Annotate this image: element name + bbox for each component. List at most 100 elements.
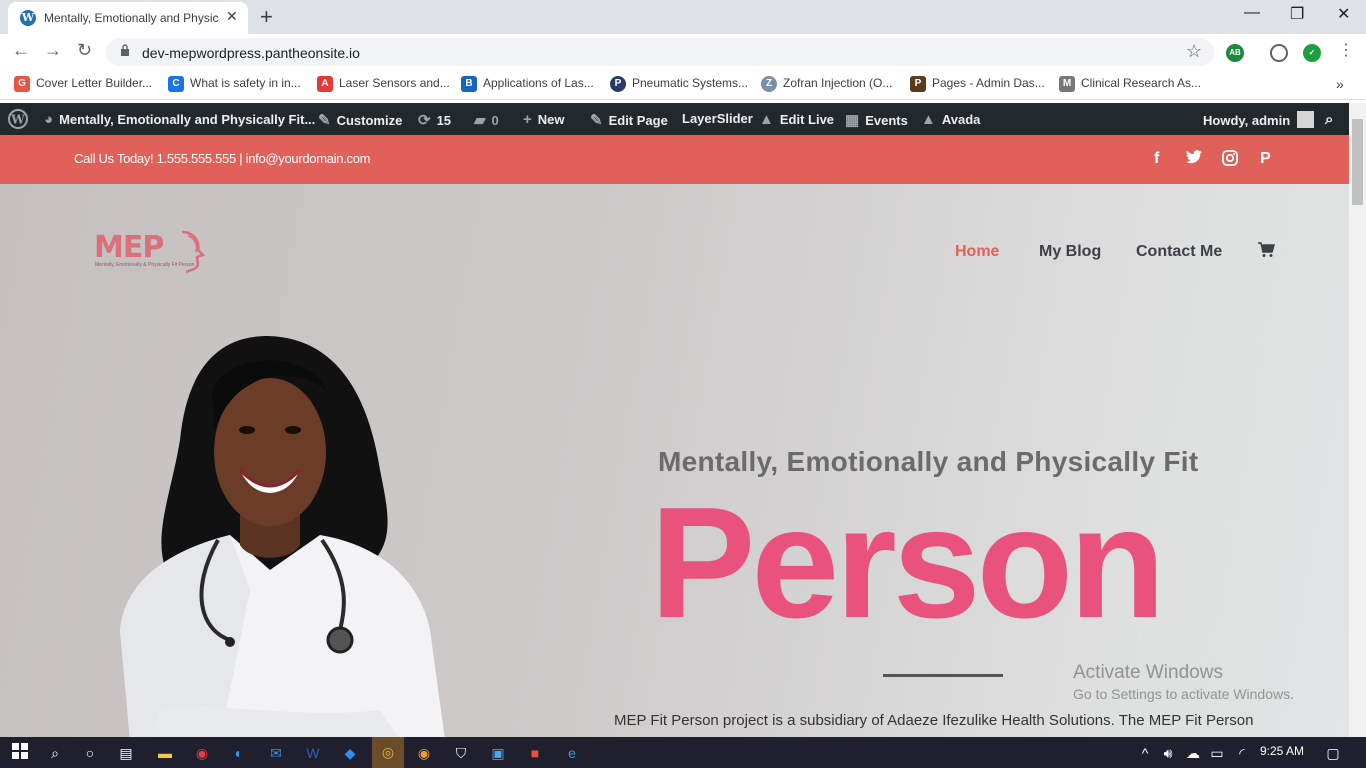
nav-my-blog[interactable]: My Blog — [1039, 243, 1101, 261]
bookmark-item[interactable]: P Pages - Admin Das... — [910, 76, 1045, 92]
page-scrollbar[interactable] — [1349, 103, 1366, 737]
admin-new[interactable]: + New — [523, 111, 565, 128]
bookmark-item[interactable]: B Applications of Las... — [461, 76, 594, 92]
scrollbar-thumb[interactable] — [1352, 119, 1363, 205]
forward-button[interactable]: → — [44, 40, 62, 61]
avada-icon: ▲ — [759, 111, 774, 128]
restore-button[interactable]: ❐ — [1290, 4, 1304, 24]
bookmark-item[interactable]: A Laser Sensors and... — [317, 76, 450, 92]
word-icon[interactable]: W — [303, 743, 323, 763]
admin-account[interactable]: Howdy, admin — [1203, 111, 1315, 128]
media-icon[interactable]: ◉ — [192, 743, 212, 763]
site-icon: M — [1059, 76, 1075, 92]
bookmark-item[interactable]: P Pneumatic Systems... — [610, 76, 748, 92]
instagram-icon[interactable] — [1222, 150, 1238, 171]
browser-tab[interactable]: W Mentally, Emotionally and Physic ✕ — [8, 2, 248, 34]
control-panel-icon[interactable]: ▣ — [488, 743, 508, 763]
tab-close-icon[interactable]: ✕ — [226, 8, 238, 25]
admin-edit-page[interactable]: ✎ Edit Page — [590, 111, 668, 129]
hero-subtitle: Mentally, Emotionally and Physically Fit — [658, 446, 1199, 477]
site-icon: Z — [761, 76, 777, 92]
comment-icon: ▰ — [474, 112, 486, 129]
avada-icon: ▲ — [921, 111, 936, 128]
chevron-up-icon[interactable]: ^ — [1135, 743, 1155, 763]
file-explorer-icon[interactable]: ▬ — [155, 743, 175, 763]
windows-taskbar: ⌕ ○ ▤ ▬ ◉ ◐ ✉ W ◆ ◎ ◉ ⛉ ▣ ■ e ^ 🔊︎ ☁ ▭ ◜… — [0, 737, 1366, 768]
site-icon: A — [317, 76, 333, 92]
bookmark-item[interactable]: G Cover Letter Builder... — [14, 76, 152, 92]
back-button[interactable]: ← — [12, 40, 30, 61]
admin-site-title[interactable]: ◕ Mentally, Emotionally and Physically Fi… — [44, 111, 315, 128]
hero-section: MEP Mentally, Emotionally & Physically F… — [0, 184, 1349, 737]
admin-comments[interactable]: ▰ 0 — [474, 111, 499, 129]
wp-admin-bar: W ◕ Mentally, Emotionally and Physically … — [0, 103, 1349, 135]
updates-icon: ⟳ — [418, 112, 431, 129]
new-tab-button[interactable]: + — [260, 4, 273, 30]
vscode-icon[interactable]: ◆ — [340, 743, 360, 763]
hero-divider — [883, 674, 1003, 677]
doctor-portrait — [120, 336, 445, 737]
bookmark-item[interactable]: Z Zofran Injection (O... — [761, 76, 892, 92]
profile-icon[interactable] — [1270, 44, 1288, 62]
admin-avada[interactable]: ▲ Avada — [921, 111, 980, 128]
bookmark-star-icon[interactable]: ☆ — [1186, 41, 1202, 62]
shield-check-icon[interactable]: ✓ — [1303, 44, 1321, 62]
bookmark-item[interactable]: M Clinical Research As... — [1059, 76, 1201, 92]
wordpress-icon: W — [20, 10, 36, 26]
admin-updates[interactable]: ⟳ 15 — [418, 111, 451, 129]
windows-start-icon[interactable] — [10, 743, 30, 763]
bookmark-item[interactable]: C What is safety in in... — [168, 76, 301, 92]
chrome-icon[interactable]: ◎ — [372, 737, 404, 768]
paint-icon[interactable]: ■ — [525, 743, 545, 763]
nav-contact-me[interactable]: Contact Me — [1136, 243, 1222, 261]
admin-edit-live[interactable]: ▲ Edit Live — [759, 111, 834, 128]
volume-icon[interactable]: 🔊︎ — [1158, 743, 1178, 763]
brave-icon[interactable]: ◉ — [414, 743, 434, 763]
notifications-icon[interactable]: ▢ — [1323, 743, 1343, 763]
profiles-icon — [181, 230, 206, 274]
menu-icon[interactable]: ⋮ — [1338, 40, 1354, 60]
cart-icon[interactable] — [1258, 242, 1275, 263]
security-icon[interactable]: ⛉ — [451, 743, 471, 763]
site-icon: P — [910, 76, 926, 92]
admin-events[interactable]: ▦ Events — [845, 111, 908, 129]
adblock-icon[interactable]: AB — [1226, 44, 1244, 62]
task-view-icon[interactable]: ▤ — [116, 743, 136, 763]
facebook-icon[interactable]: f — [1154, 150, 1159, 168]
twitter-icon[interactable] — [1186, 150, 1202, 169]
activate-windows-watermark: Activate Windows Go to Settings to activ… — [1073, 662, 1294, 702]
hero-title: Person — [650, 475, 1166, 651]
window-close-button[interactable]: ✕ — [1337, 4, 1350, 24]
system-clock[interactable]: 9:25 AM — [1260, 744, 1304, 758]
brush-icon: ✎ — [318, 112, 331, 129]
battery-icon[interactable]: ▭ — [1207, 743, 1227, 763]
watermark-subtext: Go to Settings to activate Windows. — [1073, 686, 1294, 702]
browser-toolbar: ← → ↻ dev-mepwordpress.pantheonsite.io ☆… — [0, 34, 1366, 70]
wifi-icon[interactable]: ◜ — [1232, 743, 1252, 763]
url-text: dev-mepwordpress.pantheonsite.io — [142, 45, 360, 61]
address-bar[interactable]: dev-mepwordpress.pantheonsite.io ☆ — [106, 38, 1214, 66]
more-bookmarks-icon[interactable]: » — [1336, 76, 1344, 92]
site-logo[interactable]: MEP Mentally, Emotionally & Physically F… — [94, 230, 206, 274]
hero-description: MEP Fit Person project is a subsidiary o… — [614, 712, 1254, 729]
mail-icon[interactable]: ✉ — [266, 743, 286, 763]
admin-customize[interactable]: ✎ Customize — [318, 111, 402, 129]
pinterest-icon[interactable]: P — [1260, 150, 1271, 168]
search-icon[interactable]: ⌕ — [1325, 111, 1333, 128]
search-icon[interactable]: ⌕ — [45, 743, 65, 763]
svg-text:W: W — [10, 113, 25, 127]
reload-button[interactable]: ↻ — [77, 40, 92, 61]
admin-layerslider[interactable]: LayerSlider — [682, 111, 753, 126]
browser-tab-strip: W Mentally, Emotionally and Physic ✕ + —… — [0, 0, 1366, 34]
internet-explorer-icon[interactable]: e — [562, 743, 582, 763]
edge-icon[interactable]: ◐ — [229, 743, 249, 763]
minimize-button[interactable]: — — [1244, 4, 1260, 22]
onedrive-icon[interactable]: ☁ — [1183, 743, 1203, 763]
wordpress-logo-icon[interactable]: W — [8, 109, 28, 132]
site-icon: B — [461, 76, 477, 92]
pencil-icon: ✎ — [590, 112, 603, 129]
cortana-icon[interactable]: ○ — [80, 743, 100, 763]
site-top-bar: Call Us Today! 1.555.555.555 | info@your… — [0, 135, 1349, 184]
nav-home[interactable]: Home — [955, 243, 999, 261]
watermark-heading: Activate Windows — [1073, 662, 1223, 683]
